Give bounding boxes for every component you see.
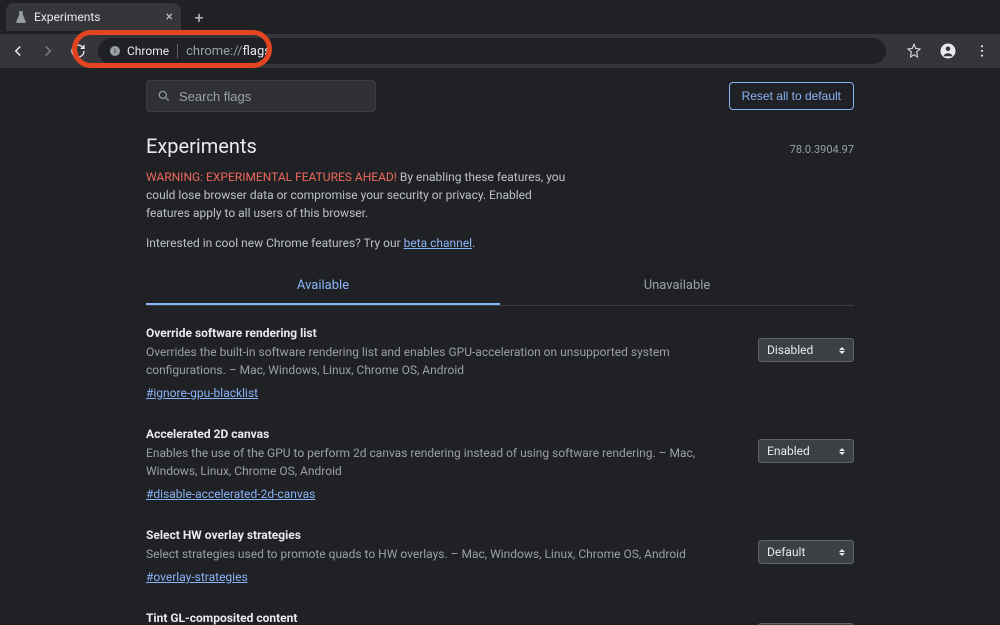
beta-channel-text: Interested in cool new Chrome features? … (146, 236, 854, 250)
dropdown-value: Disabled (767, 343, 813, 357)
toolbar: Chrome chrome://flags (0, 34, 1000, 68)
chip-label: Chrome (127, 44, 169, 58)
chevron-updown-icon (839, 448, 845, 455)
flag-title: Select HW overlay strategies (146, 528, 742, 542)
new-tab-button[interactable]: + (187, 5, 211, 29)
tab-title: Experiments (34, 10, 160, 24)
dropdown-value: Enabled (767, 444, 810, 458)
flag-title: Override software rendering list (146, 326, 742, 340)
menu-icon[interactable] (972, 41, 992, 61)
flag-text: Accelerated 2D canvas Enables the use of … (146, 427, 742, 502)
content: Reset all to default Experiments 78.0.39… (146, 68, 854, 625)
search-box[interactable] (146, 80, 376, 112)
flag-link[interactable]: #ignore-gpu-blacklist (146, 386, 258, 400)
version-text: 78.0.3904.97 (790, 143, 854, 156)
flag-dropdown[interactable]: Enabled (758, 439, 854, 463)
tab-bar: Available Unavailable (146, 268, 854, 306)
reset-all-button[interactable]: Reset all to default (729, 82, 854, 110)
flag-description: Select strategies used to promote quads … (146, 545, 742, 563)
chevron-updown-icon (839, 347, 845, 354)
info-icon (108, 44, 122, 58)
flag-dropdown[interactable]: Disabled (758, 338, 854, 362)
origin-chip[interactable]: Chrome (108, 44, 178, 58)
tab-available[interactable]: Available (146, 268, 500, 305)
tab-strip: Experiments × + (0, 0, 1000, 34)
flag-text: Tint GL-composited contentTint contents … (146, 611, 742, 625)
flag-link[interactable]: #disable-accelerated-2d-canvas (146, 487, 315, 501)
url-text: chrome://flags (186, 44, 271, 59)
flag-text: Select HW overlay strategies Select strat… (146, 528, 742, 585)
page-title: Experiments (146, 134, 257, 158)
flag-title: Accelerated 2D canvas (146, 427, 742, 441)
beta-channel-link[interactable]: beta channel (404, 236, 472, 250)
flag-link[interactable]: #overlay-strategies (146, 570, 248, 584)
flag-item: Select HW overlay strategies Select strat… (146, 528, 854, 585)
back-button[interactable] (8, 41, 28, 61)
chevron-updown-icon (839, 549, 845, 556)
forward-button[interactable] (38, 41, 58, 61)
star-icon[interactable] (904, 41, 924, 61)
flag-title: Tint GL-composited content (146, 611, 742, 625)
flag-item: Tint GL-composited contentTint contents … (146, 611, 854, 625)
browser-tab[interactable]: Experiments × (6, 3, 181, 31)
warning-text: WARNING: EXPERIMENTAL FEATURES AHEAD! By… (146, 168, 566, 222)
flag-description: Enables the use of the GPU to perform 2d… (146, 444, 742, 480)
search-input[interactable] (179, 89, 365, 104)
flag-item: Override software rendering list Override… (146, 326, 854, 401)
close-icon[interactable]: × (166, 9, 173, 25)
flag-text: Override software rendering list Override… (146, 326, 742, 401)
flag-dropdown[interactable]: Default (758, 540, 854, 564)
flags-list: Override software rendering list Override… (146, 326, 854, 625)
tab-unavailable[interactable]: Unavailable (500, 268, 854, 305)
page-body: Reset all to default Experiments 78.0.39… (0, 68, 1000, 625)
dropdown-value: Default (767, 545, 805, 559)
address-bar[interactable]: Chrome chrome://flags (98, 38, 886, 64)
top-row: Reset all to default (146, 80, 854, 112)
warning-label: WARNING: EXPERIMENTAL FEATURES AHEAD! (146, 170, 397, 184)
profile-icon[interactable] (938, 41, 958, 61)
address-bar-wrap: Chrome chrome://flags (98, 38, 886, 64)
flag-item: Accelerated 2D canvas Enables the use of … (146, 427, 854, 502)
header-row: Experiments 78.0.3904.97 (146, 134, 854, 158)
reload-button[interactable] (68, 41, 88, 61)
search-icon (157, 89, 171, 103)
toolbar-right (904, 41, 992, 61)
browser-window: Experiments × + Chrome chrom (0, 0, 1000, 625)
flag-description: Overrides the built-in software renderin… (146, 343, 742, 379)
flask-icon (14, 10, 28, 24)
